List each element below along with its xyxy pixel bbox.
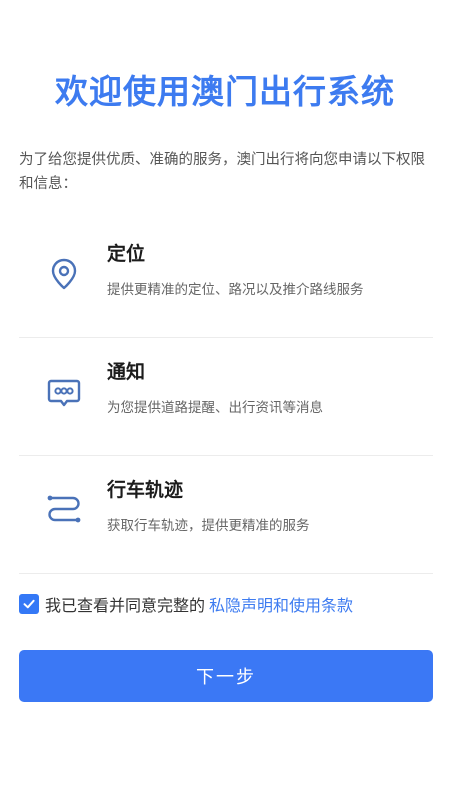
permission-title: 定位 — [107, 243, 146, 265]
agreement-row: 我已查看并同意完整的 私隐声明和使用条款 — [19, 592, 433, 616]
intro-text: 为了给您提供优质、准确的服务，澳门出行将向您申请以下权限和信息： — [19, 152, 425, 192]
message-bubble-icon — [44, 372, 84, 412]
permission-description: 为您提供道路提醒、出行资讯等消息 — [107, 400, 323, 416]
agreement-checkbox[interactable] — [19, 594, 39, 614]
permission-description: 提供更精准的定位、路况以及推介路线服务 — [107, 282, 364, 298]
permission-description: 获取行车轨迹，提供更精准的服务 — [107, 518, 310, 534]
permission-title: 行车轨迹 — [107, 479, 184, 501]
privacy-terms-link[interactable]: 私隐声明和使用条款 — [209, 592, 353, 616]
checkmark-icon — [23, 599, 35, 609]
permission-item-notification: 通知 为您提供道路提醒、出行资讯等消息 — [19, 338, 433, 456]
permission-item-location: 定位 提供更精准的定位、路况以及推介路线服务 — [19, 220, 433, 338]
permission-item-route: 行车轨迹 获取行车轨迹，提供更精准的服务 — [19, 456, 433, 574]
agreement-text: 我已查看并同意完整的 — [45, 596, 206, 615]
permission-title: 通知 — [107, 361, 146, 383]
page-title: 欢迎使用澳门出行系统 — [55, 72, 395, 111]
permission-page: 欢迎使用澳门出行系统 为了给您提供优质、准确的服务，澳门出行将向您申请以下权限和… — [0, 0, 450, 800]
route-track-icon — [44, 490, 84, 530]
next-step-button[interactable]: 下一步 — [19, 650, 433, 702]
location-pin-icon — [44, 254, 84, 294]
